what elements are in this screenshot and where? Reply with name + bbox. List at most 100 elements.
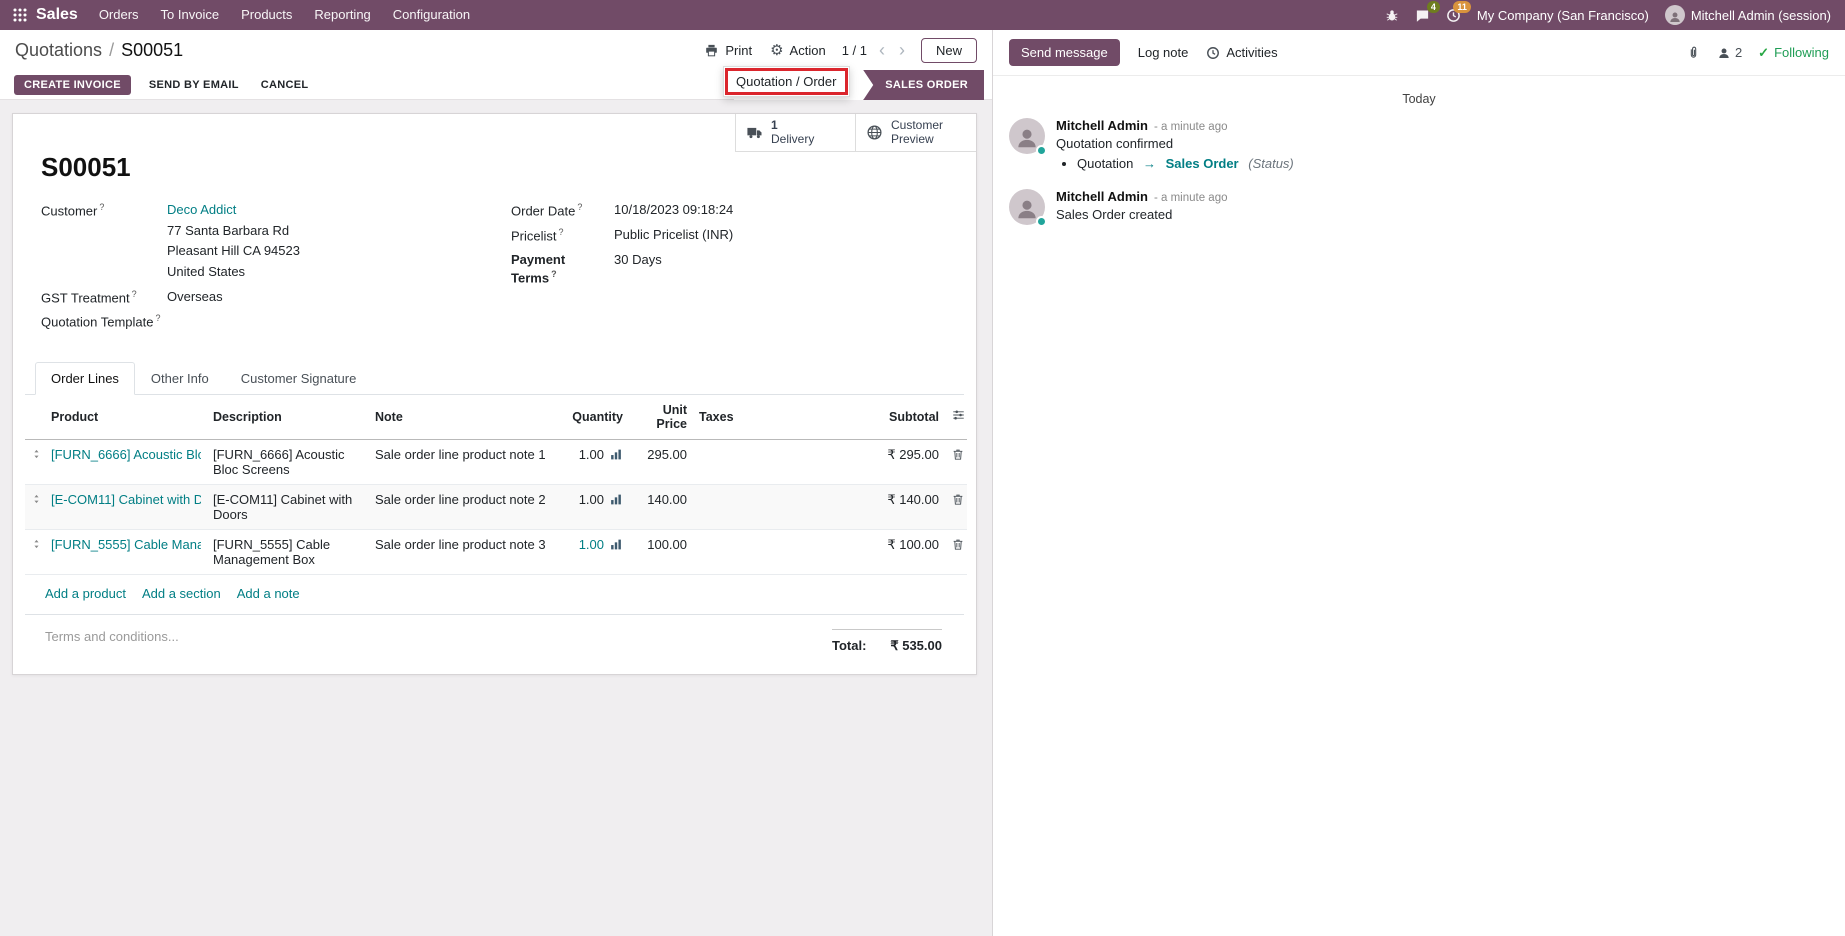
- menu-to-invoice[interactable]: To Invoice: [150, 0, 231, 30]
- drag-handle-icon[interactable]: [31, 537, 42, 551]
- followers-button[interactable]: 2: [1717, 45, 1742, 60]
- col-header-taxes[interactable]: Taxes: [693, 395, 803, 440]
- messages-badge: 4: [1427, 1, 1440, 14]
- quantity-cell[interactable]: 1.00: [579, 537, 604, 552]
- subtotal-cell: ₹ 295.00: [803, 439, 945, 484]
- col-header-unit-price[interactable]: Unit Price: [629, 395, 693, 440]
- product-cell[interactable]: [E-COM11] Cabinet with Doors: [51, 492, 201, 507]
- add-section-link[interactable]: Add a section: [142, 586, 221, 601]
- tab-other-info[interactable]: Other Info: [135, 362, 225, 395]
- terms-placeholder[interactable]: Terms and conditions...: [45, 629, 179, 644]
- breadcrumb-separator: /: [109, 40, 114, 61]
- drag-handle-icon[interactable]: [31, 447, 42, 461]
- menu-configuration[interactable]: Configuration: [382, 0, 481, 30]
- order-line-row[interactable]: [FURN_5555] Cable Managemen [FURN_5555] …: [25, 529, 967, 574]
- add-product-link[interactable]: Add a product: [45, 586, 126, 601]
- taxes-cell[interactable]: [693, 529, 803, 574]
- debug-icon[interactable]: [1385, 8, 1399, 22]
- gst-treatment-value[interactable]: Overseas: [167, 288, 223, 307]
- action-button[interactable]: ⚙ Action: [768, 37, 828, 63]
- col-header-note[interactable]: Note: [369, 395, 557, 440]
- unit-price-cell[interactable]: 295.00: [629, 439, 693, 484]
- menu-item-quotation-order[interactable]: Quotation / Order: [725, 68, 848, 95]
- stage-sales-order[interactable]: SALES ORDER: [863, 70, 984, 100]
- delete-line-icon[interactable]: [951, 537, 965, 552]
- new-button[interactable]: New: [921, 38, 977, 63]
- quantity-cell[interactable]: 1.00: [579, 447, 604, 462]
- add-note-link[interactable]: Add a note: [237, 586, 300, 601]
- forecast-chart-icon[interactable]: [609, 538, 623, 551]
- pager-previous-icon[interactable]: ‹: [877, 41, 887, 59]
- note-cell[interactable]: Sale order line product note 2: [369, 484, 557, 529]
- taxes-cell[interactable]: [693, 484, 803, 529]
- quantity-cell[interactable]: 1.00: [579, 492, 604, 507]
- breadcrumb-parent-link[interactable]: Quotations: [15, 40, 102, 61]
- menu-orders[interactable]: Orders: [88, 0, 150, 30]
- pager-next-icon[interactable]: ›: [897, 41, 907, 59]
- cancel-button[interactable]: CANCEL: [257, 75, 313, 95]
- order-line-row[interactable]: [FURN_6666] Acoustic Bloc Scre [FURN_666…: [25, 439, 967, 484]
- user-name: Mitchell Admin (session): [1691, 8, 1831, 23]
- taxes-cell[interactable]: [693, 439, 803, 484]
- description-cell[interactable]: [FURN_5555] Cable Management Box: [207, 529, 369, 574]
- description-cell[interactable]: [FURN_6666] Acoustic Bloc Screens: [207, 439, 369, 484]
- delete-line-icon[interactable]: [951, 447, 965, 462]
- tracking-entry: Quotation → Sales Order (Status): [1077, 156, 1294, 171]
- user-avatar: [1665, 5, 1685, 25]
- menu-reporting[interactable]: Reporting: [303, 0, 381, 30]
- truck-icon: [745, 124, 764, 141]
- unit-price-cell[interactable]: 140.00: [629, 484, 693, 529]
- print-button[interactable]: Print: [702, 39, 754, 62]
- description-cell[interactable]: [E-COM11] Cabinet with Doors: [207, 484, 369, 529]
- order-line-row[interactable]: [E-COM11] Cabinet with Doors [E-COM11] C…: [25, 484, 967, 529]
- activities-button[interactable]: Activities: [1206, 45, 1277, 60]
- delivery-smart-button[interactable]: 1 Delivery: [736, 114, 856, 151]
- send-by-email-button[interactable]: SEND BY EMAIL: [145, 75, 243, 95]
- note-cell[interactable]: Sale order line product note 3: [369, 529, 557, 574]
- forecast-chart-icon[interactable]: [609, 448, 623, 461]
- form-view-area: 1 Delivery Customer Preview S00051: [0, 100, 992, 936]
- customer-preview-smart-button[interactable]: Customer Preview: [856, 114, 976, 151]
- col-header-quantity[interactable]: Quantity: [557, 395, 629, 440]
- activities-badge: 11: [1453, 1, 1471, 14]
- company-switcher[interactable]: My Company (San Francisco): [1477, 8, 1649, 23]
- activities-clock-icon[interactable]: 11: [1446, 8, 1461, 23]
- create-invoice-button[interactable]: CREATE INVOICE: [14, 75, 131, 95]
- customer-preview-label: Customer Preview: [891, 119, 967, 147]
- clock-icon: [1206, 46, 1220, 60]
- product-cell[interactable]: [FURN_5555] Cable Managemen: [51, 537, 201, 552]
- pricelist-value[interactable]: Public Pricelist (INR): [614, 226, 733, 245]
- tab-customer-signature[interactable]: Customer Signature: [225, 362, 373, 395]
- order-date-value[interactable]: 10/18/2023 09:18:24: [614, 201, 733, 220]
- log-note-button[interactable]: Log note: [1138, 45, 1189, 60]
- help-marker: ?: [99, 202, 104, 212]
- following-button[interactable]: ✓ Following: [1758, 45, 1829, 61]
- payment-terms-label: Payment Terms?: [511, 251, 614, 287]
- apps-menu-button[interactable]: [6, 0, 34, 30]
- app-brand[interactable]: Sales: [34, 0, 88, 30]
- col-header-subtotal[interactable]: Subtotal: [803, 395, 945, 440]
- send-message-button[interactable]: Send message: [1009, 39, 1120, 66]
- product-cell[interactable]: [FURN_6666] Acoustic Bloc Scre: [51, 447, 201, 462]
- order-lines-table: Product Description Note Quantity Unit P…: [25, 395, 967, 575]
- note-cell[interactable]: Sale order line product note 1: [369, 439, 557, 484]
- optional-columns-icon[interactable]: [951, 408, 966, 422]
- col-header-product[interactable]: Product: [45, 395, 207, 440]
- customer-link[interactable]: Deco Addict: [167, 202, 236, 217]
- customer-label: Customer?: [41, 201, 167, 280]
- payment-terms-value[interactable]: 30 Days: [614, 251, 662, 287]
- forecast-chart-icon[interactable]: [609, 493, 623, 506]
- quotation-template-label: Quotation Template?: [41, 312, 167, 331]
- menu-products[interactable]: Products: [230, 0, 303, 30]
- col-header-description[interactable]: Description: [207, 395, 369, 440]
- drag-handle-icon[interactable]: [31, 492, 42, 506]
- delete-line-icon[interactable]: [951, 492, 965, 507]
- user-menu[interactable]: Mitchell Admin (session): [1665, 5, 1831, 25]
- tab-order-lines[interactable]: Order Lines: [35, 362, 135, 395]
- message-author[interactable]: Mitchell Admin: [1056, 189, 1148, 204]
- unit-price-cell[interactable]: 100.00: [629, 529, 693, 574]
- help-marker: ?: [551, 269, 557, 279]
- messages-icon[interactable]: 4: [1415, 8, 1430, 23]
- paperclip-icon[interactable]: [1686, 45, 1701, 60]
- message-author[interactable]: Mitchell Admin: [1056, 118, 1148, 133]
